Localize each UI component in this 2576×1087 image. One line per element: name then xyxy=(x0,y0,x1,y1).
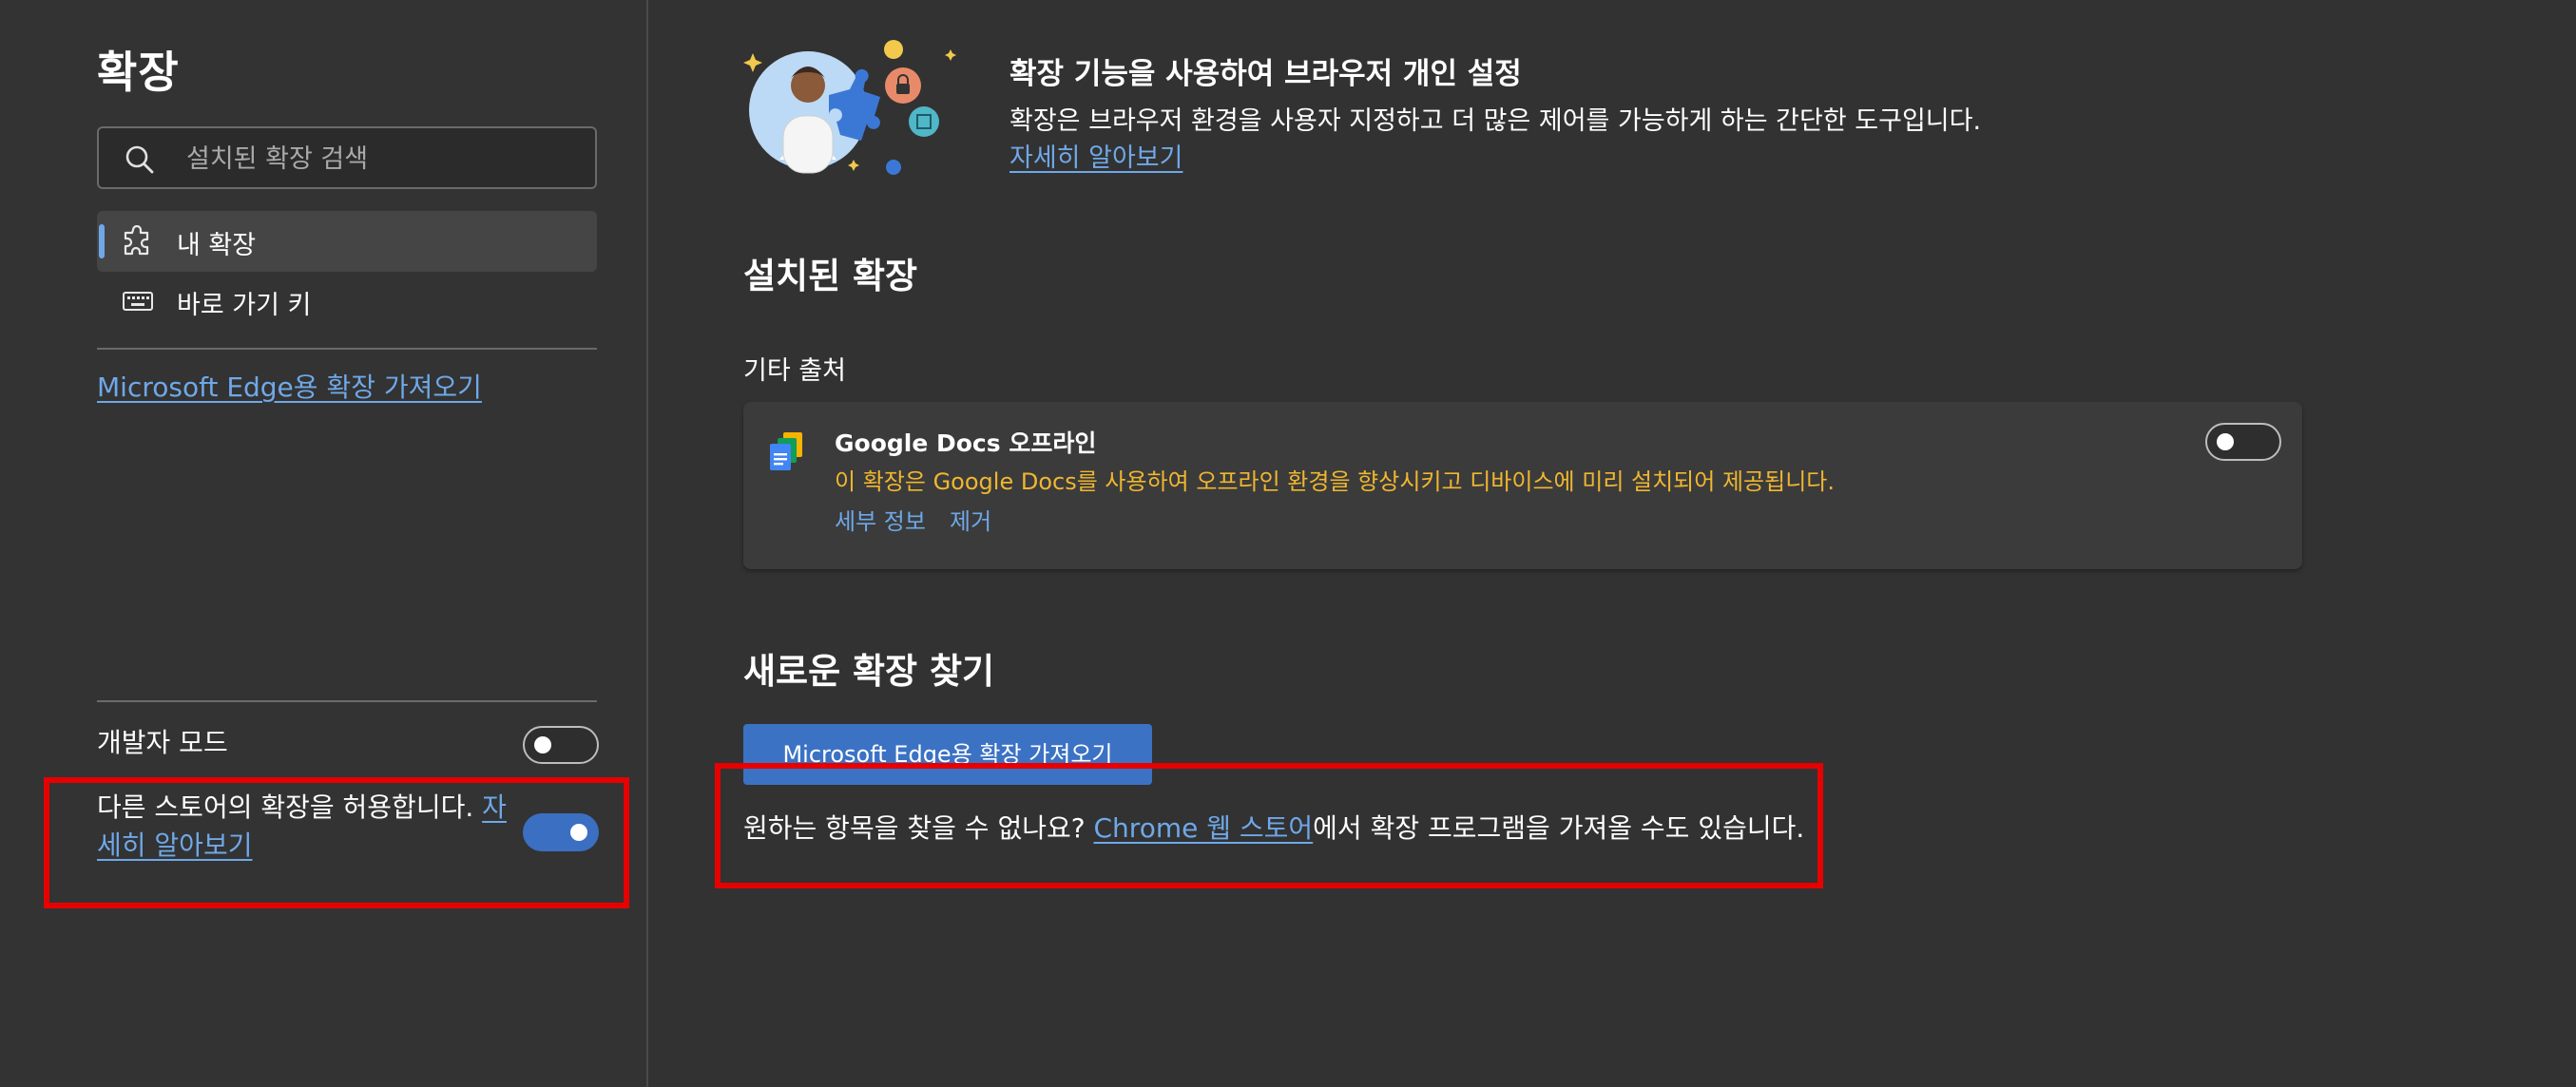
divider xyxy=(97,700,597,702)
toggle-knob xyxy=(534,736,551,753)
sidebar-item-label: 내 확장 xyxy=(177,231,257,260)
extension-card: Google Docs 오프라인 이 확장은 Google Docs를 사용하여… xyxy=(743,402,2302,569)
extension-name: Google Docs 오프라인 xyxy=(835,429,1097,457)
page-title: 확장 xyxy=(97,47,180,98)
divider xyxy=(97,348,597,350)
extensions-illustration xyxy=(743,40,956,175)
extension-remove-link[interactable]: 제거 xyxy=(950,503,991,536)
get-edge-extensions-link[interactable]: Microsoft Edge용 확장 가져오기 xyxy=(97,367,482,405)
sidebar-item-label: 바로 가기 키 xyxy=(177,291,312,320)
installed-extensions-heading: 설치된 확장 xyxy=(743,256,918,296)
sidebar-divider xyxy=(646,0,648,1087)
google-docs-icon xyxy=(770,432,802,470)
other-sources-label: 기타 출처 xyxy=(743,356,846,386)
hero-description: 확장은 브라우저 환경을 사용자 지정하고 더 많은 제어를 가능하게 하는 간… xyxy=(1009,106,1982,136)
sidebar-item-keyboard-shortcuts[interactable]: 바로 가기 키 xyxy=(97,271,597,332)
selected-indicator xyxy=(99,224,105,258)
developer-mode-toggle[interactable] xyxy=(523,726,599,764)
search-input[interactable] xyxy=(184,136,587,181)
sidebar: 확장 내 확장 바로 가기 키 Microsoft Edge용 확장 가져오기 … xyxy=(0,0,646,1087)
developer-mode-label: 개발자 모드 xyxy=(97,727,228,758)
puzzle-icon xyxy=(124,225,149,256)
highlight-box xyxy=(44,777,629,908)
hero-title: 확장 기능을 사용하여 브라우저 개인 설정 xyxy=(1009,57,1522,91)
sidebar-item-my-extensions[interactable]: 내 확장 xyxy=(97,211,597,272)
find-extensions-heading: 새로운 확장 찾기 xyxy=(743,651,995,692)
keyboard-icon xyxy=(123,292,153,311)
toggle-knob xyxy=(2217,433,2234,450)
highlight-box xyxy=(715,763,1823,888)
search-box[interactable] xyxy=(97,126,597,189)
hero-learn-more-link[interactable]: 자세히 알아보기 xyxy=(1009,137,1182,174)
extension-description: 이 확장은 Google Docs를 사용하여 오프라인 환경을 향상시키고 디… xyxy=(835,468,1836,495)
extension-details-link[interactable]: 세부 정보 xyxy=(835,503,926,536)
search-icon xyxy=(125,145,154,174)
extension-enable-toggle[interactable] xyxy=(2205,423,2281,461)
